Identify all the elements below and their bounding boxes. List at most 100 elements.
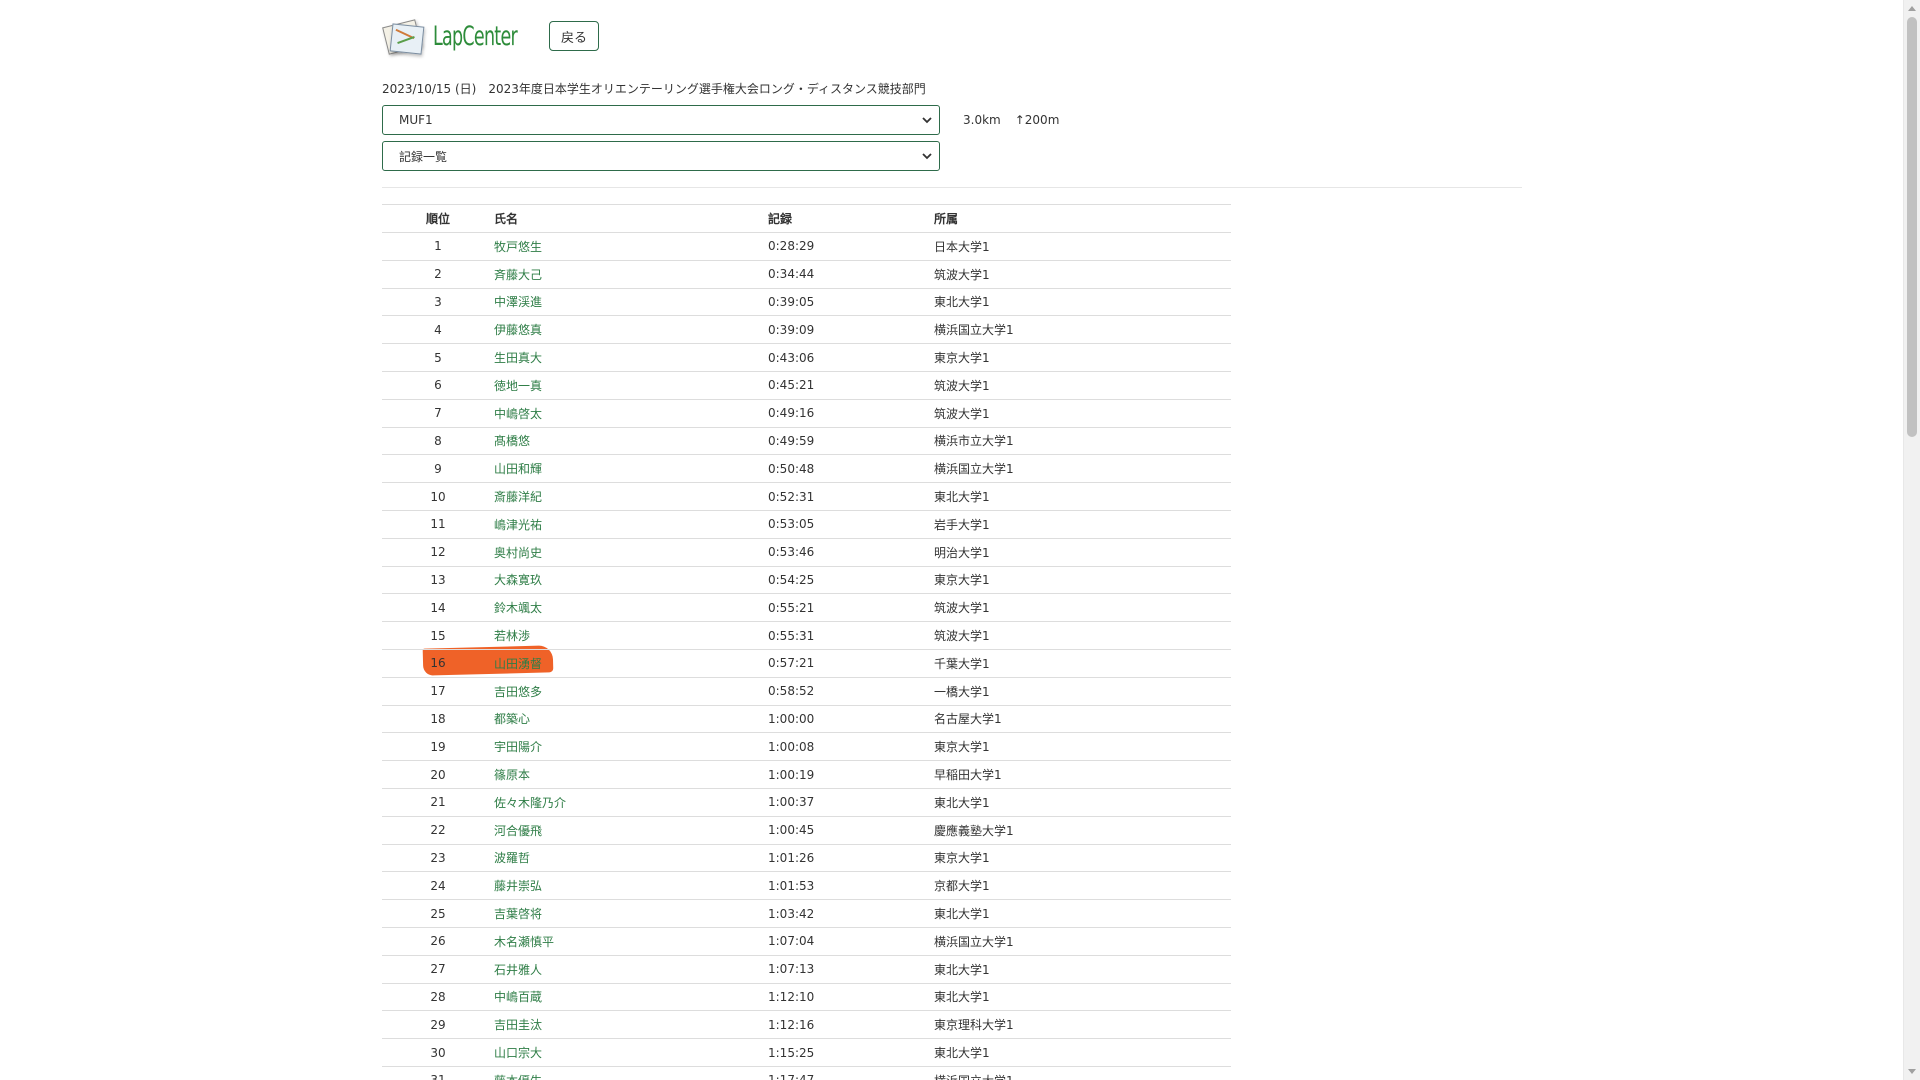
runner-name-link[interactable]: 髙橋悠 [494,434,530,448]
runner-name-link[interactable]: 山田湧督 [494,657,542,671]
runner-name-link[interactable]: 斉藤大己 [494,268,542,282]
header-affiliation[interactable]: 所属 [934,205,1231,233]
rank-cell: 17 [430,684,446,699]
rank-cell: 7 [434,406,442,421]
time-cell: 0:58:52 [768,684,815,699]
back-button[interactable]: 戻る [549,21,599,51]
runner-name-link[interactable]: 中澤渓進 [494,295,542,309]
chevron-down-icon [922,153,932,160]
runner-name-link[interactable]: 篠原本 [494,768,530,782]
runner-name-link[interactable]: 佐々木隆乃介 [494,796,566,810]
time-cell: 1:07:13 [768,962,815,977]
runner-name-link[interactable]: 吉田圭汰 [494,1018,542,1032]
table-row: 9 山田和輝 0:50:48 横浜国立大学1 [382,455,1231,483]
name-cell: 藤本優生 [494,1066,768,1080]
runner-name-link[interactable]: 生田真大 [494,351,542,365]
table-row: 2 斉藤大己 0:34:44 筑波大学1 [382,260,1231,289]
header-name[interactable]: 氏名 [494,205,768,233]
rank-cell: 29 [430,1017,446,1032]
results-table: 順位 氏名 記録 所属 1 牧戸悠生 0:28:29 日本大学1 2 斉藤大己 0:34:4… [382,204,1231,1080]
name-cell: 鈴木颯太 [494,594,768,622]
runner-name-link[interactable]: 山田和輝 [494,462,542,476]
runner-name-link[interactable]: 都築心 [494,712,530,726]
scroll-up-arrow-icon[interactable] [1908,6,1916,11]
scrollbar-thumb[interactable] [1907,17,1917,437]
name-cell: 中嶋啓太 [494,399,768,427]
vertical-scrollbar[interactable] [1903,0,1920,1080]
rank-cell: 27 [430,962,446,977]
time-cell: 0:43:06 [768,350,815,365]
name-cell: 大森寛玖 [494,566,768,594]
affiliation-cell: 東京大学1 [934,351,990,366]
affiliation-cell: 東北大学1 [934,1046,990,1060]
header-rank[interactable]: 順位 [382,205,494,233]
time-cell: 1:03:42 [768,906,815,921]
time-cell: 0:49:16 [768,406,815,421]
name-cell: 生田真大 [494,344,768,372]
runner-name-link[interactable]: 鈴木颯太 [494,601,542,615]
header-time[interactable]: 記録 [768,205,934,233]
table-row: 12 奥村尚史 0:53:46 明治大学1 [382,538,1231,567]
table-row: 4 伊藤悠真 0:39:09 横浜国立大学1 [382,316,1231,344]
rank-cell: 13 [430,572,446,587]
name-cell: 吉田圭汰 [494,1011,768,1039]
runner-name-link[interactable]: 伊藤悠真 [494,323,542,337]
affiliation-cell: 東北大学1 [934,990,990,1005]
table-row: 6 徳地一真 0:45:21 筑波大学1 [382,371,1231,400]
runner-name-link[interactable]: 大森寛玖 [494,573,542,587]
time-cell: 0:49:59 [768,433,815,448]
table-row: 13 大森寛玖 0:54:25 東京大学1 [382,566,1231,594]
runner-name-link[interactable]: 中嶋啓太 [494,407,542,421]
runner-name-link[interactable]: 木名瀬慎平 [494,935,554,949]
rank-cell: 26 [430,934,446,949]
runner-name-link[interactable]: 牧戸悠生 [494,240,542,254]
name-cell: 中嶋百蔵 [494,983,768,1011]
scroll-down-arrow-icon[interactable] [1908,1069,1916,1074]
runner-name-link[interactable]: 石井雅人 [494,963,542,977]
runner-name-link[interactable]: 若林渉 [494,629,530,643]
affiliation-cell: 東北大学1 [934,907,990,922]
time-cell: 1:01:26 [768,850,815,865]
affiliation-cell: 筑波大学1 [934,406,990,421]
name-cell: 篠原本 [494,761,768,789]
rank-cell: 4 [434,322,442,337]
name-cell: 河合優飛 [494,816,768,844]
logo-text[interactable]: LapCenter [433,21,518,52]
affiliation-cell: 筑波大学1 [934,267,990,282]
name-cell: 嶋津光祐 [494,510,768,538]
name-cell: 斉藤大己 [494,260,768,288]
table-row: 14 鈴木颯太 0:55:21 筑波大学1 [382,594,1231,622]
runner-name-link[interactable]: 藤井崇弘 [494,879,542,893]
runner-name-link[interactable]: 吉田悠多 [494,685,542,699]
name-cell: 波羅哲 [494,844,768,872]
table-row: 15 若林渉 0:55:31 筑波大学1 [382,622,1231,650]
rank-cell: 15 [430,628,446,643]
rank-cell: 25 [430,906,446,921]
runner-name-link[interactable]: 斎藤洋紀 [494,490,542,504]
runner-name-link[interactable]: 山口宗大 [494,1046,542,1060]
time-cell: 0:50:48 [768,461,815,476]
runner-name-link[interactable]: 吉葉啓将 [494,907,542,921]
affiliation-cell: 日本大学1 [934,239,990,254]
view-select[interactable]: 記録一覧 [382,141,940,171]
course-climb: ↑200m [1014,113,1060,127]
runner-name-link[interactable]: 藤本優生 [494,1074,542,1080]
runner-name-link[interactable]: 徳地一真 [494,379,542,393]
time-cell: 0:53:46 [768,545,815,560]
table-row: 10 斎藤洋紀 0:52:31 東北大学1 [382,483,1231,511]
affiliation-cell: 横浜国立大学1 [934,1066,1231,1080]
time-cell: 1:12:16 [768,1017,815,1032]
runner-name-link[interactable]: 奥村尚史 [494,546,542,560]
time-cell: 0:28:29 [768,239,815,254]
runner-name-link[interactable]: 中嶋百蔵 [494,990,542,1004]
course-select[interactable]: MUF1 [382,105,940,135]
runner-name-link[interactable]: 嶋津光祐 [494,518,542,532]
runner-name-link[interactable]: 宇田陽介 [494,740,542,754]
map-logo-icon[interactable] [381,17,427,55]
affiliation-cell: 横浜国立大学1 [934,934,1014,949]
runner-name-link[interactable]: 河合優飛 [494,824,542,838]
affiliation-cell: 明治大学1 [934,545,990,560]
time-cell: 1:00:19 [768,767,815,782]
runner-name-link[interactable]: 波羅哲 [494,851,530,865]
rank-cell: 10 [430,489,446,504]
